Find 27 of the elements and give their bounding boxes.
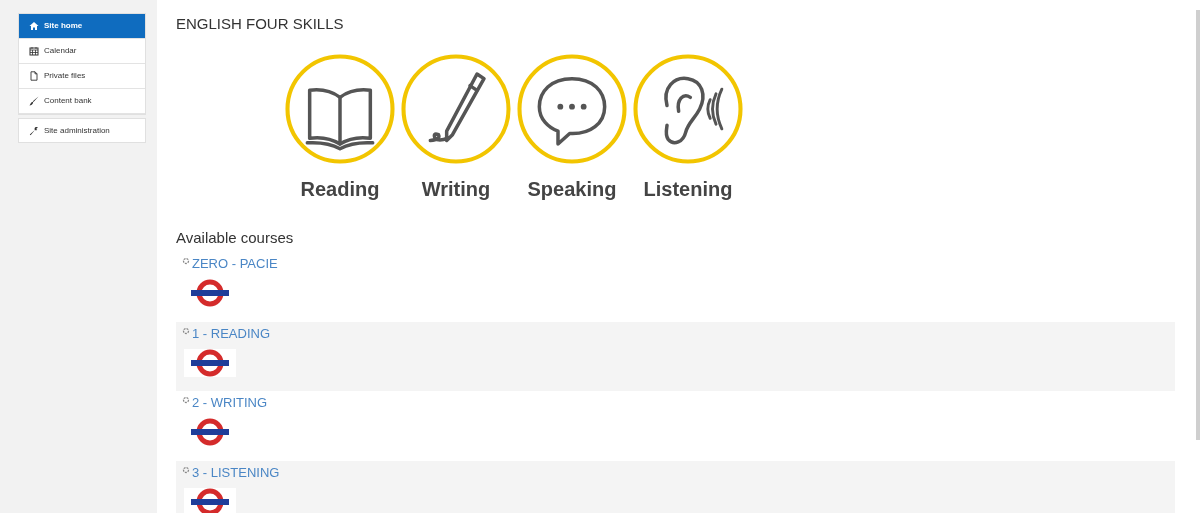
- nav-item[interactable]: Site home: [19, 14, 145, 39]
- course-icon: [182, 326, 190, 335]
- speech-icon: [516, 53, 628, 165]
- course-icon: [182, 396, 190, 404]
- skill-label: Speaking: [527, 177, 617, 201]
- calendar-icon: [29, 46, 39, 56]
- pen-icon: [400, 53, 512, 165]
- course-logo-icon: [184, 348, 236, 377]
- scrollbar[interactable]: [1196, 10, 1200, 440]
- skill-label: Listening: [643, 177, 733, 201]
- book-icon: [284, 53, 396, 165]
- course-link[interactable]: 3 - LISTENING: [182, 463, 280, 482]
- page-title: ENGLISH FOUR SKILLS: [176, 14, 344, 34]
- nav-item[interactable]: Site administration: [18, 118, 146, 143]
- course-link[interactable]: ZERO - PACIE: [182, 255, 278, 273]
- section-heading: Available courses: [176, 228, 294, 248]
- skill-label: Reading: [300, 177, 380, 201]
- wrench-icon: [29, 125, 39, 136]
- home-icon: [29, 21, 39, 31]
- skill-label: Writing: [421, 177, 491, 201]
- course-link[interactable]: 2 - WRITING: [182, 394, 268, 412]
- course-icon: [182, 465, 190, 474]
- course-icon: [182, 257, 190, 265]
- brush-icon: [29, 96, 39, 106]
- course-link[interactable]: 1 - READING: [182, 324, 270, 343]
- ear-icon: [632, 53, 744, 165]
- file-icon: [29, 71, 39, 81]
